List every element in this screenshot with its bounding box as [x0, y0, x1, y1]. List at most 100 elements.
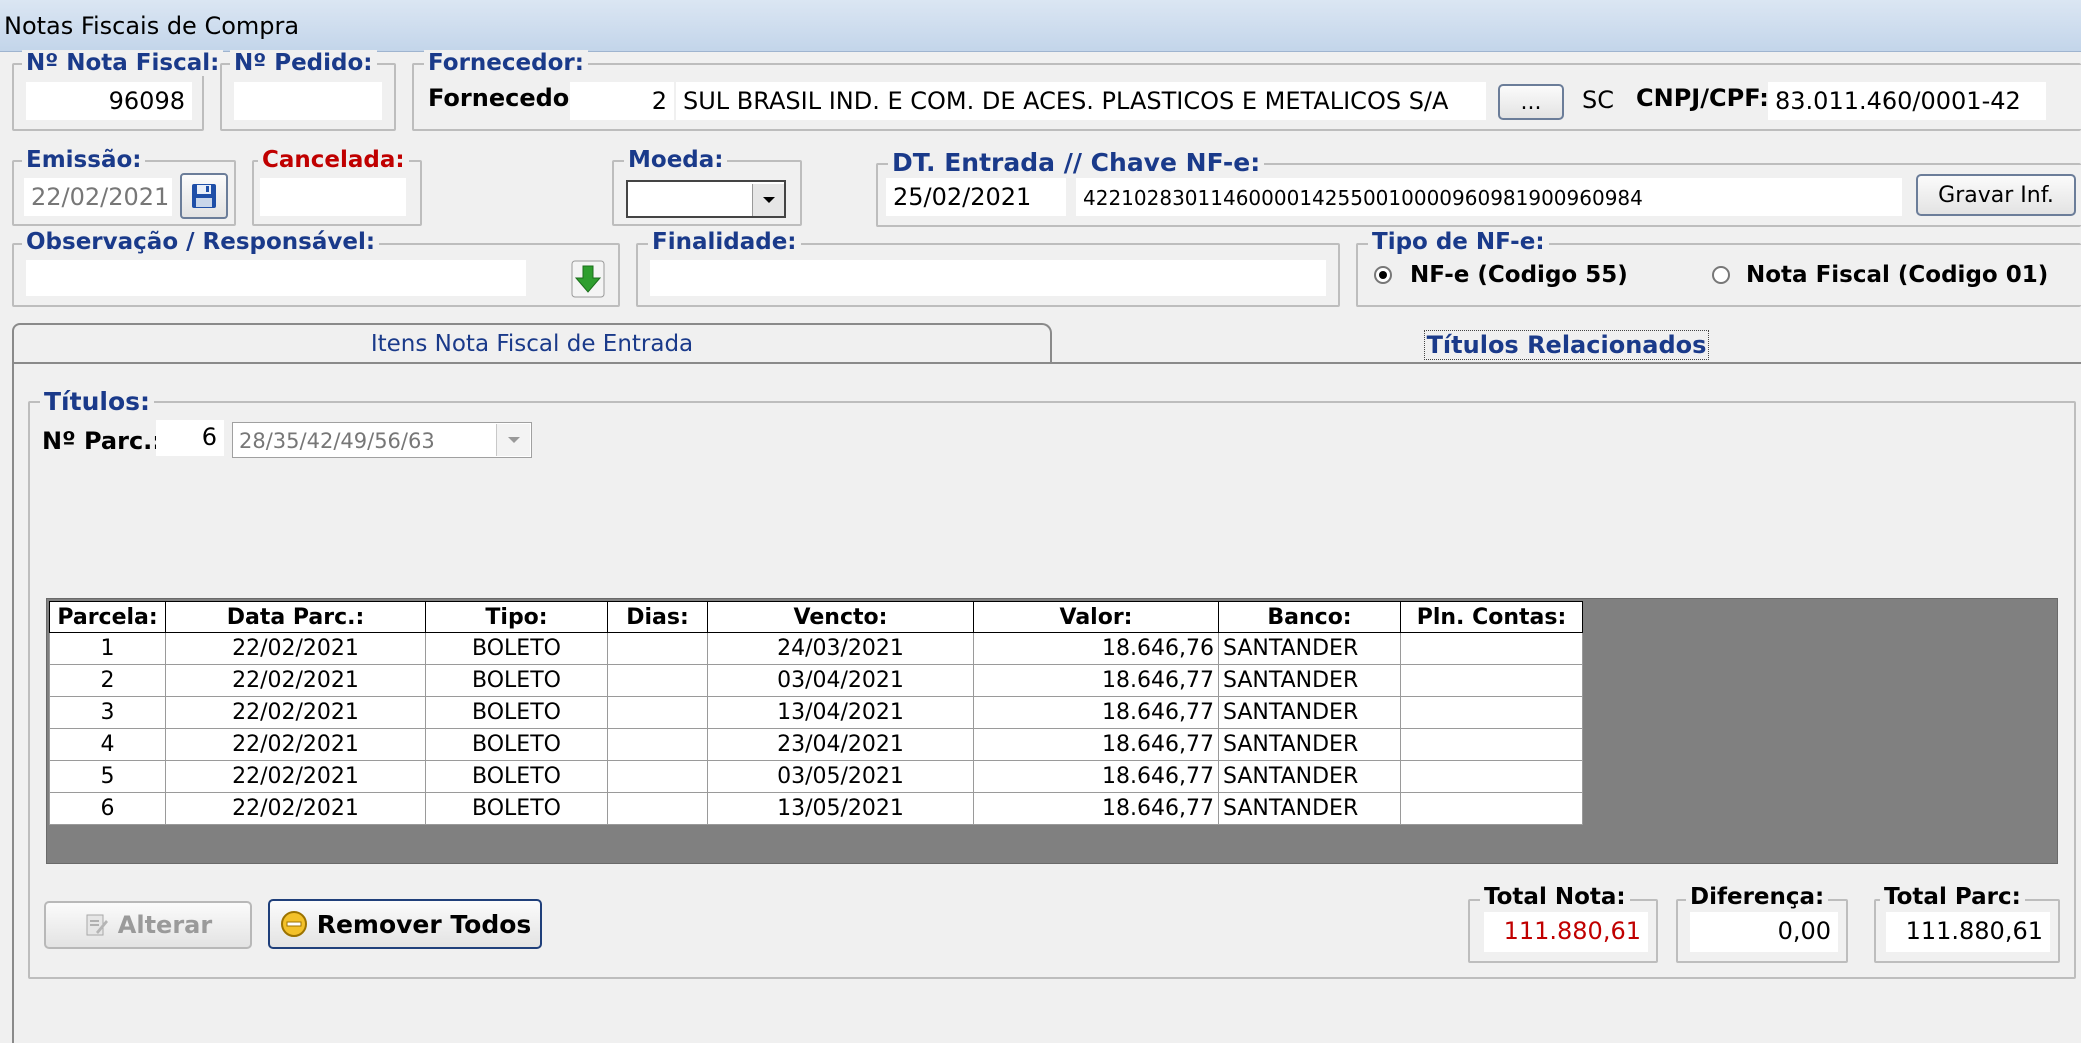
cell-dias[interactable]	[607, 696, 708, 729]
cell-pln-contas[interactable]	[1400, 632, 1583, 665]
remover-todos-button[interactable]: Remover Todos	[268, 899, 542, 949]
cell-pln-contas[interactable]	[1400, 664, 1583, 697]
cell-data-parc[interactable]: 22/02/2021	[165, 632, 426, 665]
table-row[interactable]: 2 22/02/2021 BOLETO 03/04/2021 18.646,77…	[49, 664, 1583, 697]
cancelada-input[interactable]	[260, 178, 406, 216]
cell-tipo[interactable]: BOLETO	[425, 696, 608, 729]
cell-dias[interactable]	[607, 728, 708, 761]
table-row[interactable]: 4 22/02/2021 BOLETO 23/04/2021 18.646,77…	[49, 728, 1583, 761]
cell-valor[interactable]: 18.646,77	[973, 696, 1219, 729]
nota-fiscal-input[interactable]: 96098	[26, 82, 192, 120]
chevron-down-icon	[762, 197, 775, 203]
cell-valor[interactable]: 18.646,77	[973, 792, 1219, 825]
window-titlebar: Notas Fiscais de Compra	[0, 0, 2081, 52]
cell-vencto[interactable]: 13/04/2021	[707, 696, 974, 729]
cell-valor[interactable]: 18.646,76	[973, 632, 1219, 665]
alterar-button[interactable]: Alterar	[44, 901, 252, 949]
cell-data-parc[interactable]: 22/02/2021	[165, 696, 426, 729]
cell-dias[interactable]	[607, 792, 708, 825]
chave-nfe-input[interactable]: 4221028301146000014255001000096098190096…	[1076, 178, 1902, 216]
cell-pln-contas[interactable]	[1400, 760, 1583, 793]
cell-vencto[interactable]: 13/05/2021	[707, 792, 974, 825]
nota-fiscal-label: Nº Nota Fiscal:	[22, 50, 224, 76]
observacao-input[interactable]	[26, 260, 526, 296]
col-data-parc[interactable]: Data Parc.:	[165, 601, 426, 633]
cell-vencto[interactable]: 03/04/2021	[707, 664, 974, 697]
cell-banco[interactable]: SANTANDER	[1218, 792, 1401, 825]
cell-tipo[interactable]: BOLETO	[425, 760, 608, 793]
cell-pln-contas[interactable]	[1400, 792, 1583, 825]
col-valor[interactable]: Valor:	[973, 601, 1219, 633]
finalidade-label: Finalidade:	[648, 229, 801, 255]
cell-parcela[interactable]: 6	[49, 792, 166, 825]
cell-vencto[interactable]: 03/05/2021	[707, 760, 974, 793]
diferenca-label: Diferença:	[1686, 884, 1829, 910]
edit-icon	[86, 914, 108, 936]
cell-valor[interactable]: 18.646,77	[973, 728, 1219, 761]
cell-banco[interactable]: SANTANDER	[1218, 760, 1401, 793]
col-dias[interactable]: Dias:	[607, 601, 708, 633]
fornecedor-browse-button[interactable]: ...	[1498, 84, 1564, 120]
col-pln-contas[interactable]: Pln. Contas:	[1400, 601, 1583, 633]
cell-dias[interactable]	[607, 760, 708, 793]
cell-pln-contas[interactable]	[1400, 728, 1583, 761]
col-parcela[interactable]: Parcela:	[49, 601, 166, 633]
cell-parcela[interactable]: 2	[49, 664, 166, 697]
save-date-button[interactable]	[180, 173, 228, 219]
gravar-inf-button[interactable]: Gravar Inf.	[1916, 174, 2076, 216]
radio-nfe-55-label: NF-e (Codigo 55)	[1410, 262, 1628, 288]
table-row[interactable]: 3 22/02/2021 BOLETO 13/04/2021 18.646,77…	[49, 696, 1583, 729]
cell-tipo[interactable]: BOLETO	[425, 664, 608, 697]
finalidade-input[interactable]	[650, 260, 1326, 296]
cell-parcela[interactable]: 3	[49, 696, 166, 729]
col-banco[interactable]: Banco:	[1218, 601, 1401, 633]
cell-banco[interactable]: SANTANDER	[1218, 728, 1401, 761]
responsavel-arrow-button[interactable]	[568, 258, 608, 300]
total-parc-value: 111.880,61	[1886, 912, 2050, 952]
cell-vencto[interactable]: 23/04/2021	[707, 728, 974, 761]
cell-tipo[interactable]: BOLETO	[425, 632, 608, 665]
fornecedor-group-label: Fornecedor:	[424, 50, 588, 76]
cell-tipo[interactable]: BOLETO	[425, 792, 608, 825]
cell-data-parc[interactable]: 22/02/2021	[165, 664, 426, 697]
fornecedor-name-input[interactable]: SUL BRASIL IND. E COM. DE ACES. PLASTICO…	[676, 82, 1486, 120]
entrada-date-input[interactable]: 25/02/2021	[886, 178, 1066, 216]
parcelas-days-select[interactable]: 28/35/42/49/56/63	[232, 422, 532, 458]
cell-banco[interactable]: SANTANDER	[1218, 664, 1401, 697]
col-vencto[interactable]: Vencto:	[707, 601, 974, 633]
cell-vencto[interactable]: 24/03/2021	[707, 632, 974, 665]
radio-nfe-55[interactable]	[1374, 266, 1392, 284]
fornecedor-code-input[interactable]: 2	[570, 82, 674, 120]
emissao-input[interactable]: 22/02/2021	[24, 178, 172, 216]
radio-nf-01[interactable]	[1712, 266, 1730, 284]
cell-tipo[interactable]: BOLETO	[425, 728, 608, 761]
cell-pln-contas[interactable]	[1400, 696, 1583, 729]
moeda-dropdown-button[interactable]	[752, 184, 784, 216]
table-row[interactable]: 1 22/02/2021 BOLETO 24/03/2021 18.646,76…	[49, 632, 1583, 665]
cnpj-input[interactable]: 83.011.460/0001-42	[1768, 82, 2046, 120]
table-row[interactable]: 5 22/02/2021 BOLETO 03/05/2021 18.646,77…	[49, 760, 1583, 793]
alterar-label: Alterar	[117, 911, 213, 939]
titulos-label: Títulos:	[40, 387, 154, 416]
cell-banco[interactable]: SANTANDER	[1218, 632, 1401, 665]
cell-data-parc[interactable]: 22/02/2021	[165, 728, 426, 761]
cell-parcela[interactable]: 4	[49, 728, 166, 761]
cell-data-parc[interactable]: 22/02/2021	[165, 760, 426, 793]
parcelas-count-input[interactable]: 6	[156, 420, 224, 456]
pedido-label: Nº Pedido:	[230, 50, 377, 76]
tab-titulos-relacionados[interactable]: Títulos Relacionados	[1052, 323, 2081, 365]
cell-dias[interactable]	[607, 632, 708, 665]
parcelas-days-dropdown[interactable]	[496, 424, 530, 456]
cell-dias[interactable]	[607, 664, 708, 697]
pedido-input[interactable]	[234, 82, 382, 120]
cell-parcela[interactable]: 5	[49, 760, 166, 793]
cell-data-parc[interactable]: 22/02/2021	[165, 792, 426, 825]
cell-valor[interactable]: 18.646,77	[973, 664, 1219, 697]
cell-banco[interactable]: SANTANDER	[1218, 696, 1401, 729]
table-row[interactable]: 6 22/02/2021 BOLETO 13/05/2021 18.646,77…	[49, 792, 1583, 825]
cell-parcela[interactable]: 1	[49, 632, 166, 665]
cell-valor[interactable]: 18.646,77	[973, 760, 1219, 793]
col-tipo[interactable]: Tipo:	[425, 601, 608, 633]
tab-itens-nota[interactable]: Itens Nota Fiscal de Entrada	[12, 323, 1052, 363]
titulos-grid[interactable]: Parcela: Data Parc.: Tipo: Dias: Vencto:…	[46, 598, 2058, 864]
